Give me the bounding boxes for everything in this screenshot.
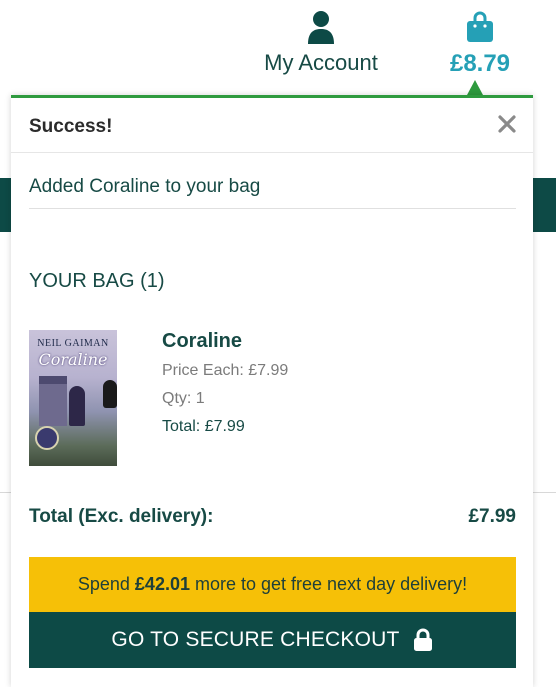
background-divider: [533, 492, 556, 493]
shopping-bag-icon: [467, 11, 493, 42]
popup-title: Success!: [29, 116, 113, 137]
promo-amount: £42.01: [134, 574, 190, 594]
cover-author: NEIL GAIMAN: [37, 338, 109, 349]
item-total: Total: £7.99: [162, 418, 245, 435]
cover-badge-art: [35, 426, 59, 450]
bag-heading: YOUR BAG (1): [29, 270, 165, 292]
bag-total-label: Total (Exc. delivery):: [29, 506, 214, 527]
cover-title: Coraline: [38, 350, 108, 369]
popup-caret: [467, 80, 483, 95]
bag-total-value: £7.99: [468, 506, 516, 527]
added-to-bag-popup: Success! Added Coraline to your bag YOUR…: [11, 95, 533, 687]
cover-cat-art: [103, 380, 117, 408]
background-nav-strip: [533, 178, 556, 232]
popup-header: Success!: [11, 98, 533, 153]
item-price-each: Price Each: £7.99: [162, 362, 289, 379]
background-divider: [0, 492, 11, 493]
background-nav-strip: [0, 178, 11, 232]
my-account-label: My Account: [264, 50, 378, 75]
free-delivery-banner: Spend £42.01 more to get free next day d…: [29, 557, 516, 612]
item-name-link[interactable]: Coraline: [162, 330, 242, 353]
item-qty: Qty: 1: [162, 390, 205, 407]
close-icon[interactable]: [495, 112, 519, 136]
book-cover-image[interactable]: NEIL GAIMAN Coraline: [29, 330, 117, 466]
secure-checkout-button[interactable]: GO TO SECURE CHECKOUT: [29, 612, 516, 668]
promo-prefix: Spend: [77, 574, 130, 594]
added-message: Added Coraline to your bag: [29, 176, 261, 197]
cover-girl-art: [69, 386, 85, 426]
my-account-link[interactable]: My Account: [256, 10, 386, 76]
bag-link[interactable]: £8.79: [440, 10, 520, 78]
checkout-label: GO TO SECURE CHECKOUT: [111, 628, 400, 651]
lock-icon: [413, 628, 432, 651]
bag-total: £8.79: [449, 50, 511, 77]
promo-suffix: more to get free next day delivery!: [194, 574, 468, 594]
user-icon: [308, 11, 334, 44]
divider: [29, 208, 516, 209]
cover-house-art: [39, 376, 67, 426]
